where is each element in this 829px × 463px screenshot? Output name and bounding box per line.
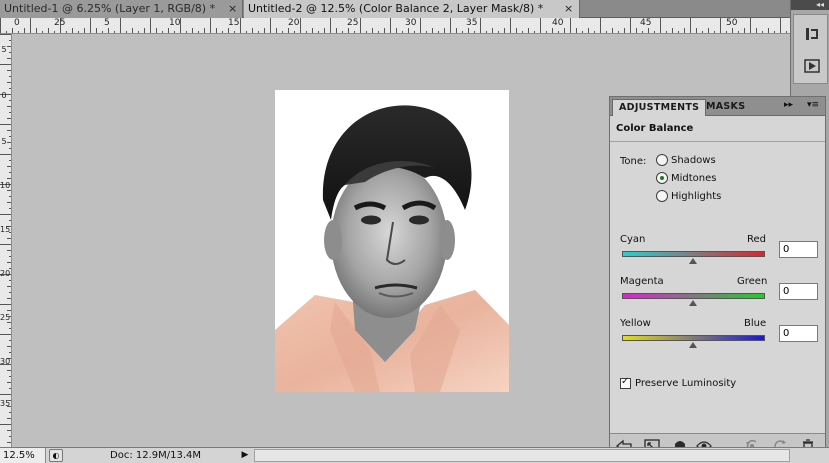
divider (610, 141, 825, 142)
ruler-label: 0 (14, 18, 20, 28)
ruler-label: 5 (1, 137, 7, 146)
ruler-label: 30 (0, 357, 11, 366)
yellow-blue-slider-thumb[interactable] (689, 342, 697, 348)
ruler-label: 45 (640, 18, 652, 28)
ruler-label: 10 (169, 18, 181, 28)
tab-masks[interactable]: MASKS (700, 99, 751, 116)
status-menu-arrow-icon[interactable]: ▶ (240, 450, 250, 461)
radio-button[interactable] (656, 190, 668, 202)
radio-button[interactable] (656, 172, 668, 184)
yellow-blue-slider-track[interactable] (622, 335, 765, 341)
ruler-label: 20 (0, 269, 11, 278)
portrait-image (275, 105, 509, 392)
ruler-label: 10 (0, 181, 11, 190)
green-label: Green (737, 276, 768, 287)
blue-label: Blue (744, 318, 767, 329)
status-bar: 12.5% ◐ Doc: 12.9M/13.4M ▶ (0, 447, 829, 463)
history-icon[interactable] (802, 25, 822, 43)
tab-untitled-2-label: Untitled-2 @ 12.5% (Color Balance 2, Lay… (248, 2, 544, 15)
canvas-photo[interactable] (275, 90, 509, 392)
collapse-panel-button[interactable]: ▸▸ (784, 100, 793, 110)
tab-untitled-1-label: Untitled-1 @ 6.25% (Layer 1, RGB/8) * (4, 2, 216, 15)
ruler-label: 50 (726, 18, 738, 28)
ruler-label: 5 (104, 18, 110, 28)
radio-midtones[interactable]: Midtones (656, 171, 717, 185)
ruler-label: 5 (1, 45, 7, 54)
panel-header: ADJUSTMENTS MASKS ▸▸ ▾≡ (610, 97, 825, 116)
cyan-red-value-input[interactable] (779, 241, 818, 258)
cyan-red-slider-thumb[interactable] (689, 258, 697, 264)
radio-button[interactable] (656, 154, 668, 166)
horizontal-scrollbar[interactable] (254, 449, 790, 462)
radio-highlights[interactable]: Highlights (656, 189, 721, 203)
magenta-green-value-input[interactable] (779, 283, 818, 300)
collapse-dock-button[interactable]: ◂◂ (791, 0, 829, 10)
ruler-label: 25 (0, 313, 11, 322)
checkbox[interactable] (620, 376, 631, 389)
ruler-label: 35 (466, 18, 478, 28)
horizontal-ruler[interactable]: 0 25 5 10 15 20 25 30 35 40 45 50 (0, 18, 790, 34)
preserve-luminosity-label: Preserve Luminosity (635, 378, 737, 389)
close-icon[interactable]: × (228, 0, 237, 17)
ruler-label: 0 (1, 91, 7, 100)
ruler-label: 15 (228, 18, 240, 28)
ruler-label: 25 (347, 18, 359, 28)
panel-menu-button[interactable]: ▾≡ (807, 100, 819, 110)
radio-label: Midtones (671, 172, 717, 184)
yellow-blue-value-input[interactable] (779, 325, 818, 342)
tone-label: Tone: (620, 156, 647, 167)
ruler-label: 15 (0, 225, 11, 234)
actions-icon[interactable] (802, 57, 822, 75)
radio-shadows[interactable]: Shadows (656, 153, 716, 167)
zoom-level-field[interactable]: 12.5% (0, 448, 46, 463)
radio-label: Shadows (671, 154, 716, 166)
red-label: Red (747, 234, 766, 245)
adjustment-title: Color Balance (616, 123, 694, 134)
magenta-green-slider-track[interactable] (622, 293, 765, 299)
ruler-label: 25 (54, 18, 66, 28)
horizontal-ruler-ticks (0, 18, 787, 33)
cyan-red-slider-track[interactable] (622, 251, 765, 257)
collapsed-panel-group (793, 14, 828, 84)
document-info-icon[interactable]: ◐ (49, 449, 63, 462)
yellow-label: Yellow (620, 318, 651, 329)
tab-adjustments[interactable]: ADJUSTMENTS (612, 99, 707, 116)
ruler-label: 35 (0, 399, 11, 408)
ruler-label: 40 (552, 18, 564, 28)
adjustments-panel: ADJUSTMENTS MASKS ▸▸ ▾≡ Color Balance To… (609, 96, 826, 458)
doc-size-info: Doc: 12.9M/13.4M (110, 450, 202, 461)
radio-label: Highlights (671, 190, 722, 202)
preserve-luminosity-checkbox[interactable]: Preserve Luminosity (620, 376, 737, 389)
document-tab-bar: Untitled-1 @ 6.25% (Layer 1, RGB/8) * × … (0, 0, 790, 18)
ruler-label: 30 (405, 18, 417, 28)
close-icon[interactable]: × (564, 0, 573, 17)
magenta-label: Magenta (620, 276, 664, 287)
ruler-label: 20 (288, 18, 300, 28)
tab-untitled-2[interactable]: Untitled-2 @ 12.5% (Color Balance 2, Lay… (244, 0, 580, 18)
magenta-green-slider-thumb[interactable] (689, 300, 697, 306)
cyan-label: Cyan (620, 234, 646, 245)
vertical-ruler[interactable]: 5 0 5 10 15 20 25 30 35 (0, 34, 12, 447)
tab-untitled-1[interactable]: Untitled-1 @ 6.25% (Layer 1, RGB/8) * × (0, 0, 243, 18)
